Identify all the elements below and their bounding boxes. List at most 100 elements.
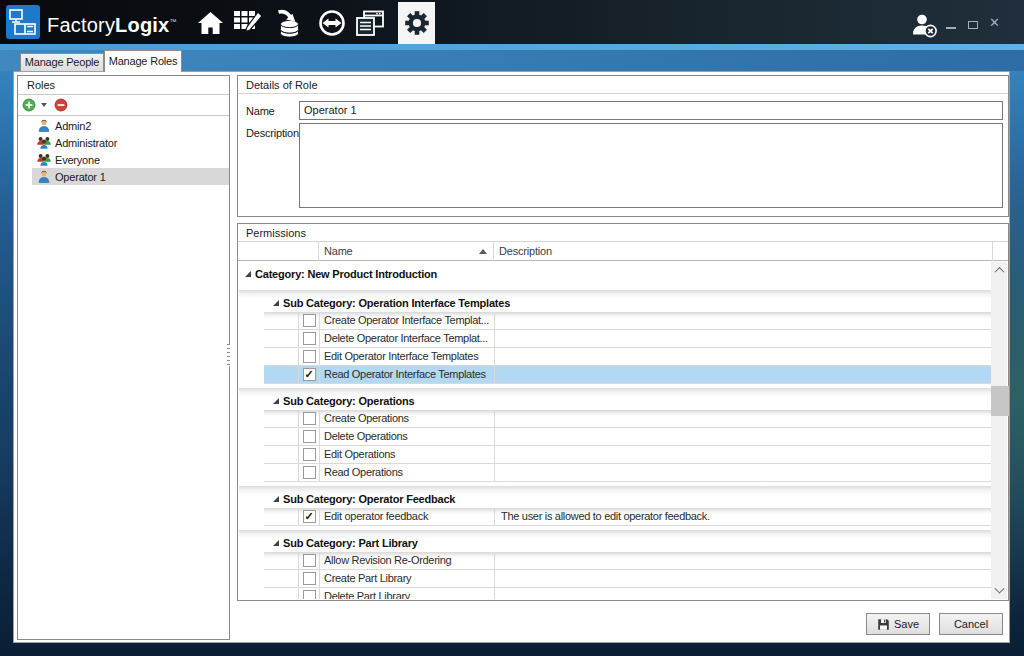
subcategory-group-row[interactable]: Sub Category: Operator Feedback	[239, 486, 991, 508]
permission-name: Edit Operator Interface Templates	[320, 348, 495, 365]
category-group-row[interactable]: Category: New Product Introduction	[239, 262, 991, 286]
permission-checkbox[interactable]: ✓	[303, 368, 316, 381]
permission-description	[495, 366, 991, 383]
permission-checkbox[interactable]	[303, 448, 316, 461]
details-of-role-title: Details of Role	[238, 76, 1008, 94]
cancel-button[interactable]: Cancel	[939, 613, 1003, 635]
permission-row[interactable]: Create Operations	[264, 410, 991, 428]
permission-description	[495, 410, 991, 427]
permission-checkbox[interactable]	[303, 430, 316, 443]
maximize-button[interactable]	[968, 21, 978, 29]
vertical-scrollbar[interactable]	[991, 262, 1007, 599]
permission-row[interactable]: Create Operator Interface Templat...	[264, 312, 991, 330]
permission-row[interactable]: Create Part Library	[264, 570, 991, 588]
home-icon[interactable]	[197, 9, 224, 37]
permission-description	[495, 570, 991, 587]
tab-page: Roles Admin2AdministratorEveryoneOperato…	[13, 71, 1010, 643]
roles-panel: Roles Admin2AdministratorEveryoneOperato…	[17, 75, 230, 640]
expander-icon[interactable]	[273, 496, 279, 502]
permission-row[interactable]: Delete Operator Interface Templat...	[264, 330, 991, 348]
close-button[interactable]: ✕	[989, 15, 1000, 30]
permission-name: Delete Part Library	[320, 588, 495, 599]
save-button[interactable]: Save	[866, 613, 930, 635]
permission-row[interactable]: ✓ Read Operator Interface Templates	[264, 366, 991, 384]
production-icon[interactable]	[276, 9, 303, 37]
permission-description	[495, 348, 991, 365]
permission-name: Read Operator Interface Templates	[320, 366, 495, 383]
permission-description	[495, 552, 991, 569]
permission-row[interactable]: Allow Revision Re-Ordering	[264, 552, 991, 570]
expander-icon[interactable]	[273, 300, 279, 306]
permission-row[interactable]: Edit Operations	[264, 446, 991, 464]
user-group-icon	[37, 153, 51, 166]
description-label: Description	[246, 127, 299, 139]
column-header-name[interactable]: Name	[319, 242, 494, 261]
column-header-checkbox[interactable]	[238, 242, 319, 261]
expander-icon[interactable]	[273, 540, 279, 546]
permissions-table-header: Name Description	[238, 242, 1008, 261]
permission-checkbox[interactable]	[303, 466, 316, 479]
details-of-role-panel: Details of Role Name Operator 1 Descript…	[237, 75, 1009, 217]
expander-icon[interactable]	[273, 398, 279, 404]
single-user-icon	[37, 170, 51, 183]
permission-row[interactable]: Edit Operator Interface Templates	[264, 348, 991, 366]
transfer-icon[interactable]	[318, 9, 346, 37]
panel-splitter-grip[interactable]	[227, 344, 230, 366]
remove-role-icon[interactable]	[54, 98, 68, 112]
role-list-item[interactable]: Everyone	[32, 151, 229, 168]
permission-row[interactable]: Delete Part Library	[264, 588, 991, 599]
permission-row[interactable]: Read Operations	[264, 464, 991, 482]
permission-description	[495, 588, 991, 599]
minimize-button[interactable]	[946, 27, 956, 29]
factorylogix-logo-icon	[6, 5, 40, 39]
permission-checkbox[interactable]	[303, 332, 316, 345]
documents-icon[interactable]	[355, 9, 385, 37]
add-role-icon[interactable]	[22, 98, 36, 112]
permission-name: Create Operator Interface Templat...	[320, 312, 495, 329]
permission-row[interactable]: Delete Operations	[264, 428, 991, 446]
settings-gear-icon[interactable]	[403, 9, 431, 37]
tab-manage-roles[interactable]: Manage Roles	[104, 50, 182, 72]
scroll-down-icon[interactable]	[991, 583, 1007, 599]
permission-name: Allow Revision Re-Ordering	[320, 552, 495, 569]
subcategory-group-row[interactable]: Sub Category: Operation Interface Templa…	[239, 290, 991, 312]
permission-row[interactable]: ✓ Edit operator feedbackThe user is allow…	[264, 508, 991, 526]
permission-checkbox[interactable]	[303, 572, 316, 585]
permission-name: Create Part Library	[320, 570, 495, 587]
permission-checkbox[interactable]: ✓	[303, 510, 316, 523]
permission-checkbox[interactable]	[303, 554, 316, 567]
roles-panel-title: Roles	[18, 76, 229, 95]
role-list-item[interactable]: Administrator	[32, 134, 229, 151]
scrollbar-thumb[interactable]	[991, 386, 1009, 416]
permissions-panel: Permissions Name Description Category: N…	[237, 223, 1009, 601]
subcategory-group-row[interactable]: Sub Category: Operations	[239, 388, 991, 410]
role-list-item[interactable]: Operator 1	[32, 168, 229, 185]
permission-checkbox[interactable]	[303, 350, 316, 363]
subcategory-group-row[interactable]: Sub Category: Part Library	[239, 530, 991, 552]
permission-description	[495, 312, 991, 329]
add-role-dropdown-icon[interactable]	[41, 103, 47, 107]
permission-description	[495, 446, 991, 463]
name-field[interactable]: Operator 1	[299, 101, 1003, 120]
save-floppy-icon	[877, 618, 890, 631]
app-title: FactoryLogix™	[47, 0, 177, 44]
permission-checkbox[interactable]	[303, 590, 316, 599]
permission-description	[495, 330, 991, 347]
logout-user-icon[interactable]	[911, 13, 938, 43]
single-user-icon	[37, 119, 51, 132]
permission-name: Create Operations	[320, 410, 495, 427]
permission-checkbox[interactable]	[303, 412, 316, 425]
role-list-item[interactable]: Admin2	[32, 117, 229, 134]
permission-description: The user is allowed to edit operator fee…	[495, 508, 991, 525]
roles-toolbar	[18, 95, 229, 116]
description-field[interactable]	[299, 123, 1003, 208]
permission-checkbox[interactable]	[303, 314, 316, 327]
permissions-title: Permissions	[238, 224, 1008, 242]
permission-name: Edit operator feedback	[320, 508, 495, 525]
column-header-description[interactable]: Description	[494, 242, 993, 261]
scroll-up-icon[interactable]	[991, 262, 1007, 278]
tab-manage-people[interactable]: Manage People	[20, 53, 104, 72]
permission-description	[495, 428, 991, 445]
expander-icon[interactable]	[245, 271, 251, 277]
planning-icon[interactable]	[233, 9, 263, 37]
